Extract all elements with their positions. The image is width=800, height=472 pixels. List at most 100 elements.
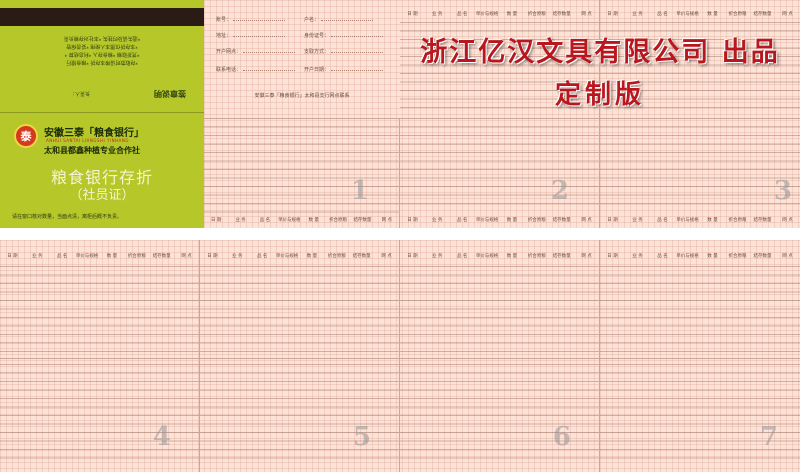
col-date: 日 期 [210,218,222,223]
pay-label: 支取方式： [304,49,330,55]
col-branch: 网 点 [782,12,793,17]
col-price: 单价与规格 [676,254,699,259]
col-date: 日 期 [607,218,618,223]
col-type: 业 务 [232,254,243,259]
ledger-header: 日 期 业 务 品 名 单价与规格 数 量 折合原粮 结存数量 网 点 [204,214,399,226]
ledger-header: 日 期 业 务 品 名 单价与规格 数 量 折合原粮 结存数量 网 点 [600,214,800,226]
col-item: 品 名 [657,12,668,17]
ledger-page-1: 日 期 业 务 品 名 单价与规格 数 量 折合原粮 结存数量 网 点 1 [204,118,400,228]
ledger-header: 日 期 业 务 品 名 单价与规格 数 量 折合原粮 结存数量 网 点 [600,250,800,262]
col-type: 业 务 [632,254,643,259]
idno-field: 身份证号： [304,32,384,39]
col-qty: 数 量 [707,12,718,17]
cover-back-line: *凭折取粮 *粮食存入 *利息结算 * [64,51,140,57]
passbook-top-sheet: *存取款时请带本存折 *粮食银行 *凭折取粮 *粮食存入 *利息结算 * *本存… [0,0,800,228]
col-date: 日 期 [7,254,18,259]
col-item: 品 名 [456,218,468,223]
col-type: 业 务 [235,218,246,223]
col-qty: 数 量 [308,218,319,223]
col-balance: 结存数量 [753,12,772,17]
col-grain: 折合原粮 [527,254,546,259]
col-date: 日 期 [607,12,618,17]
col-price: 单价与规格 [475,218,499,223]
cover-back-text: *存取款时请带本存折 *粮食银行 *凭折取粮 *粮食存入 *利息结算 * *本存… [6,34,198,66]
col-price: 单价与规格 [278,218,301,223]
cover-sign-title: 签章说明 [154,89,186,98]
fold-line [0,358,800,359]
page-number: 1 [350,176,369,206]
col-qty: 数 量 [506,254,518,259]
holder-field: 户名： [304,16,374,23]
col-grain: 折合原粮 [329,218,348,223]
ledger-page-5: 日 期 业 务 品 名 单价与规格 数 量 折合原粮 结存数量 网 点 5 [200,240,400,472]
ledger-header: 日 期 业 务 品 名 单价与规格 数 量 折合原粮 结存数量 网 点 [0,250,199,262]
col-date: 日 期 [407,12,418,17]
account-field: 账号： [216,16,286,23]
col-item: 品 名 [456,254,468,259]
col-date: 日 期 [407,218,418,223]
phone-label: 联系电话： [216,67,242,73]
edition-watermark: 定制版 [554,80,645,110]
col-item: 品 名 [259,218,271,223]
col-qty: 数 量 [707,218,718,223]
col-date: 日 期 [407,254,418,259]
col-type: 业 务 [432,254,443,259]
book-subtitle: （社员证） [69,188,135,203]
col-item: 品 名 [256,254,268,259]
col-grain: 折合原粮 [527,12,546,17]
col-qty: 数 量 [506,12,518,17]
col-type: 业 务 [632,218,643,223]
page-number: 3 [773,176,792,206]
col-price: 单价与规格 [475,254,499,259]
col-balance: 结存数量 [552,218,571,223]
address-label: 地址： [216,33,232,39]
col-item: 品 名 [456,12,468,17]
col-price: 单价与规格 [676,218,699,223]
ledger-header: 日 期 业 务 品 名 单价与规格 数 量 折合原粮 结存数量 网 点 [400,214,599,226]
ledger-rows [200,266,399,356]
col-branch: 网 点 [782,218,793,223]
col-price: 单价与规格 [475,12,499,17]
account-info-panel: 账号： 户名： 地址： 身份证号： 开户网点： 支取方式： 联系电话： 开户日期… [204,0,400,118]
cover-sign-label: 负责人： [70,90,91,96]
cover-back-line: *存取款时请带本存折 *粮食银行 [66,59,138,65]
ledger-rows [600,118,800,210]
passbook-bottom-sheet: 日 期 业 务 品 名 单价与规格 数 量 折合原粮 结存数量 网 点 4 日 … [0,240,800,472]
col-item: 品 名 [657,218,668,223]
fold-line [204,118,800,119]
col-qty: 数 量 [707,254,718,259]
col-qty: 数 量 [106,254,118,259]
open-date-field: 开户日期： [304,66,384,73]
col-branch: 网 点 [381,218,393,223]
org-name: 安徽三泰「粮食银行」 [44,128,144,139]
idno-label: 身份证号： [304,33,330,39]
col-branch: 网 点 [581,254,592,259]
ledger-header: 日 期 业 务 品 名 单价与规格 数 量 折合原粮 结存数量 网 点 [600,8,800,20]
ledger-header: 日 期 业 务 品 名 单价与规格 数 量 折合原粮 结存数量 网 点 [400,250,599,262]
address-field: 地址： [216,32,286,39]
pay-field: 支取方式： [304,48,384,55]
ledger-page-4: 日 期 业 务 品 名 单价与规格 数 量 折合原粮 结存数量 网 点 4 [0,240,200,472]
col-balance: 结存数量 [753,254,772,259]
col-grain: 折合原粮 [327,254,346,259]
col-grain: 折合原粮 [728,12,747,17]
org-pinyin: ANHUI SANTAI LIANGSHI YINHANG [46,138,129,143]
col-type: 业 务 [432,218,443,223]
cover-divider [0,112,204,113]
org-subname: 太和县都鑫种植专业合作社 [44,145,140,155]
col-balance: 结存数量 [753,218,772,223]
phone-field: 联系电话： [216,66,296,73]
col-grain: 折合原粮 [728,254,747,259]
col-balance: 结存数量 [152,254,171,259]
col-price: 单价与规格 [275,254,299,259]
col-branch: 网 点 [381,254,392,259]
ledger-rows [600,266,800,356]
col-price: 单价与规格 [75,254,99,259]
col-type: 业 务 [632,12,643,17]
col-balance: 结存数量 [353,218,372,223]
col-balance: 结存数量 [552,12,571,17]
cover-signature: 负责人： 签章说明 [70,88,186,99]
passbook-cover: *存取款时请带本存折 *粮食银行 *凭折取粮 *粮食存入 *利息结算 * *本存… [0,0,204,228]
ledger-rows [0,266,199,356]
manufacturer-watermark: 浙江亿汉文具有限公司 出品 [420,37,780,68]
